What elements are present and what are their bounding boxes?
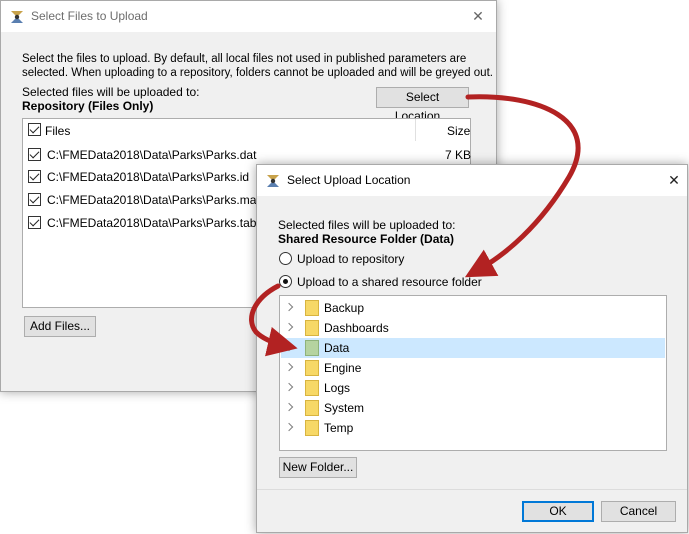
files-column-header[interactable]: Files <box>45 124 70 138</box>
footer-separator <box>257 489 687 490</box>
upload-to-value: Repository (Files Only) <box>22 99 154 113</box>
file-path: C:\FMEData2018\Data\Parks\Parks.map <box>47 193 264 207</box>
tree-item-backup[interactable]: Backup <box>281 298 665 318</box>
tree-item-label: Engine <box>324 361 362 375</box>
shared-folder-radio[interactable] <box>279 275 292 288</box>
folder-icon <box>305 320 319 336</box>
file-path: C:\FMEData2018\Data\Parks\Parks.tab <box>47 216 257 230</box>
ok-button[interactable]: OK <box>522 501 594 522</box>
row-checkbox[interactable] <box>28 170 41 183</box>
chevron-right-icon[interactable] <box>284 342 294 352</box>
folder-icon <box>305 340 319 356</box>
tree-item-label: Logs <box>324 381 351 395</box>
tree-item-label: Dashboards <box>324 321 389 335</box>
row-checkbox[interactable] <box>28 216 41 229</box>
file-path: C:\FMEData2018\Data\Parks\Parks.dat <box>47 148 257 162</box>
tree-item-temp[interactable]: Temp <box>281 418 665 438</box>
folder-icon <box>305 400 319 416</box>
upload-location-title: Select Upload Location <box>287 173 411 187</box>
repository-radio[interactable] <box>279 252 292 265</box>
upload-to-label: Selected files will be uploaded to: <box>278 218 456 232</box>
tree-item-label: System <box>324 401 365 415</box>
upload-description-line1: Select the files to upload. By default, … <box>22 53 467 65</box>
tree-item-engine[interactable]: Engine <box>281 358 665 378</box>
folder-icon <box>305 300 319 316</box>
table-row[interactable]: C:\FMEData2018\Data\Parks\Parks.dat 7 KB <box>23 143 472 165</box>
chevron-right-icon[interactable] <box>284 422 294 432</box>
file-size: 7 KB <box>445 148 472 162</box>
tree-item-label: Backup <box>324 301 365 315</box>
cancel-button[interactable]: Cancel <box>601 501 676 522</box>
shared-folder-radio-label[interactable]: Upload to a shared resource folder <box>297 275 482 289</box>
chevron-right-icon[interactable] <box>284 322 294 332</box>
fme-app-icon <box>11 11 23 23</box>
close-icon[interactable]: ✕ <box>465 5 491 27</box>
tree-item-logs[interactable]: Logs <box>281 378 665 398</box>
select-upload-location-dialog: Select Upload Location ✕ Selected files … <box>256 164 688 533</box>
select-all-checkbox[interactable] <box>28 123 41 136</box>
chevron-right-icon[interactable] <box>284 302 294 312</box>
upload-location-titlebar[interactable]: Select Upload Location ✕ <box>257 165 687 196</box>
chevron-right-icon[interactable] <box>284 362 294 372</box>
tree-item-system[interactable]: System <box>281 398 665 418</box>
fme-app-icon <box>267 175 279 187</box>
row-checkbox[interactable] <box>28 148 41 161</box>
row-checkbox[interactable] <box>28 193 41 206</box>
file-path: C:\FMEData2018\Data\Parks\Parks.id <box>47 170 250 184</box>
upload-to-value: Shared Resource Folder (Data) <box>278 232 455 246</box>
chevron-right-icon[interactable] <box>284 402 294 412</box>
column-divider <box>415 119 416 141</box>
folder-icon <box>305 380 319 396</box>
folder-icon <box>305 420 319 436</box>
tree-item-label: Data <box>324 341 350 355</box>
add-files-button[interactable]: Add Files... <box>24 316 96 337</box>
new-folder-button[interactable]: New Folder... <box>279 457 357 478</box>
upload-description-line2: selected. When uploading to a repository… <box>22 67 493 79</box>
chevron-right-icon[interactable] <box>284 382 294 392</box>
folder-tree: Backup Dashboards Data Engine Logs Syste… <box>279 295 667 451</box>
close-icon[interactable]: ✕ <box>661 169 687 191</box>
select-location-button[interactable]: Select Location... <box>376 87 469 123</box>
upload-to-label: Selected files will be uploaded to: <box>22 85 200 99</box>
repository-radio-label[interactable]: Upload to repository <box>297 252 404 266</box>
tree-item-dashboards[interactable]: Dashboards <box>281 318 665 338</box>
folder-icon <box>305 360 319 376</box>
select-files-titlebar[interactable]: Select Files to Upload ✕ <box>1 1 496 32</box>
tree-item-label: Temp <box>324 421 354 435</box>
tree-item-data[interactable]: Data <box>281 338 665 358</box>
size-column-header[interactable]: Size <box>447 124 470 138</box>
select-files-title: Select Files to Upload <box>31 9 148 23</box>
